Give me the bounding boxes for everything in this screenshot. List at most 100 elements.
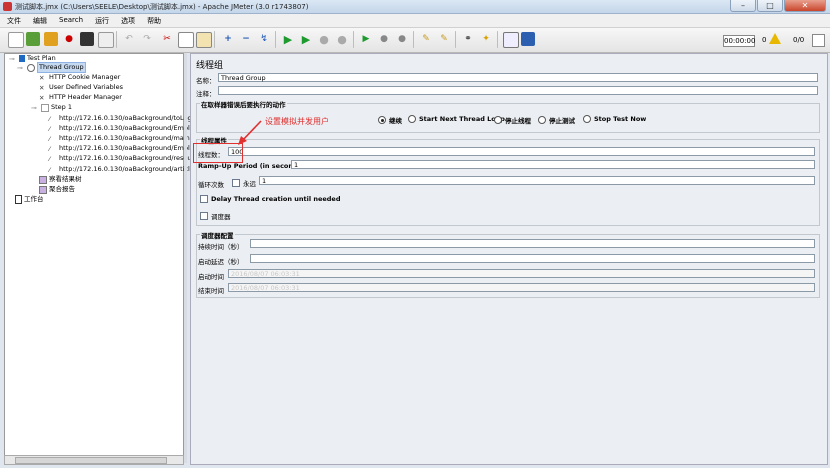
loop-count-field[interactable]: 1 [259,176,815,185]
tree-item-workbench[interactable]: 工作台 [15,195,44,204]
jmeter-app-icon [3,2,12,11]
listener-icon [39,185,47,194]
tree-toggle-icon[interactable]: ⊸ [9,55,17,63]
menu-edit[interactable]: 编辑 [26,14,52,27]
close-button[interactable]: ✕ [784,0,826,12]
menu-help[interactable]: 帮助 [140,14,166,27]
menu-search[interactable]: Search [52,14,88,27]
tree-item-request[interactable]: ⁄ http://172.16.0.130/oaBackground/Emplo… [49,124,198,133]
scrollbar-thumb[interactable] [15,457,167,464]
panel-title: 线程组 [196,61,224,71]
paste-icon[interactable] [196,32,212,48]
clear-all-icon[interactable]: ✎ [437,32,451,46]
tree-item-request[interactable]: ⁄ http://172.16.0.130/oaBackground/toLog… [49,114,198,123]
tree-item-step[interactable]: ⊸ Step 1 [31,103,72,112]
name-field[interactable]: Thread Group [218,73,818,82]
start-icon[interactable]: ▶ [281,32,295,46]
toggle-icon[interactable]: ↯ [257,32,271,46]
tree-toggle-icon[interactable]: ⊸ [17,64,25,72]
checkbox-box[interactable] [232,179,240,187]
checkbox-box[interactable] [200,212,208,220]
pane-splitter[interactable] [184,53,187,463]
tree-item-user-variables[interactable]: ✕ User Defined Variables [39,83,123,92]
error-count: 0 [762,36,767,44]
delay-thread-checkbox[interactable]: Delay Thread creation until needed [200,195,340,203]
reset-search-icon[interactable]: ✦ [479,32,493,46]
thread-status-icon [812,34,825,47]
forever-checkbox[interactable]: 永远 [232,178,256,188]
duration-field[interactable] [250,239,815,248]
minimize-button[interactable]: – [730,0,756,12]
radio-dot[interactable] [583,115,591,123]
threads-field[interactable]: 100 [228,147,815,156]
comment-field[interactable] [218,86,818,95]
save-as-icon[interactable] [98,32,114,48]
tree-item-header-manager[interactable]: ✕ HTTP Header Manager [39,93,122,102]
tree-item-request[interactable]: ⁄ http://172.16.0.130/oaBackground/artic… [49,165,196,174]
tree-item-request[interactable]: ⁄ http://172.16.0.130/oaBackground/main [49,134,190,143]
tree-horizontal-scrollbar[interactable] [4,455,184,465]
new-icon[interactable] [8,32,24,48]
tree-item-view-results[interactable]: 察看结果树 [39,175,82,184]
redo-icon[interactable]: ↷ [140,32,154,46]
copy-icon[interactable] [178,32,194,48]
radio-dot[interactable] [408,115,416,123]
templates-icon[interactable] [26,32,40,46]
annotation-arrow-icon [238,120,262,145]
remote-stop-icon[interactable]: ● [377,32,391,46]
save-icon[interactable] [80,32,94,46]
collapse-icon[interactable]: − [239,32,253,46]
clear-icon[interactable]: ✎ [419,32,433,46]
radio-stop-test[interactable]: 停止测试 [538,115,575,125]
wrench-icon: ✕ [39,73,45,82]
menu-run[interactable]: 运行 [88,14,114,27]
listener-icon [39,175,47,184]
pipette-icon: ⁄ [49,165,51,174]
startup-delay-field[interactable] [250,254,815,263]
maximize-button[interactable]: □ [757,0,783,12]
start-no-pause-icon[interactable]: ▶ [299,32,313,46]
controller-icon [41,103,49,112]
menu-file[interactable]: 文件 [0,14,26,27]
help-icon[interactable] [521,32,535,46]
tree-item-aggregate[interactable]: 聚合报告 [39,185,75,194]
radio-start-next-loop[interactable]: Start Next Thread Loop [408,115,505,123]
tree-item-thread-group[interactable]: ⊸ Thread Group [17,62,86,73]
undo-icon[interactable]: ↶ [122,32,136,46]
pipette-icon: ⁄ [49,124,51,133]
test-plan-icon [19,55,25,62]
tree-item-request[interactable]: ⁄ http://172.16.0.130/oaBackground/Emplo… [49,144,198,153]
stop-icon[interactable]: ● [317,32,331,46]
tree-item-cookie-manager[interactable]: ✕ HTTP Cookie Manager [39,73,120,82]
function-helper-icon[interactable] [503,32,519,48]
menu-bar: 文件 编辑 Search 运行 选项 帮助 [0,14,830,28]
shutdown-icon[interactable]: ● [335,32,349,46]
tree-item-request[interactable]: ⁄ http://172.16.0.130/oaBackground/resou… [49,154,194,163]
radio-stop-thread[interactable]: 停止线程 [494,115,531,125]
search-icon[interactable]: ⚭ [461,32,475,46]
highlight-box [193,143,243,163]
open-icon[interactable] [44,32,58,46]
radio-dot[interactable] [538,116,546,124]
pipette-icon: ⁄ [49,154,51,163]
start-time-label: 启动时间 [198,273,224,281]
radio-dot[interactable] [494,116,502,124]
expand-icon[interactable]: + [221,32,235,46]
menu-options[interactable]: 选项 [114,14,140,27]
cut-icon[interactable]: ✂ [160,32,174,46]
radio-dot[interactable] [378,116,386,124]
remote-start-icon[interactable]: ▶ [359,32,373,46]
scheduler-checkbox[interactable]: 调度器 [200,211,231,221]
tree-toggle-icon[interactable]: ⊸ [31,104,39,112]
rampup-field[interactable]: 1 [291,160,815,169]
elapsed-time: 00:00:00 [723,35,756,47]
warning-icon[interactable] [769,33,781,44]
checkbox-box[interactable] [200,195,208,203]
radio-stop-test-now[interactable]: Stop Test Now [583,115,646,123]
end-time-field[interactable]: 2016/08/07 06:03:31 [228,283,815,292]
start-time-field[interactable]: 2016/08/07 06:03:31 [228,269,815,278]
radio-continue[interactable]: 继续 [378,115,402,125]
startup-delay-label: 启动延迟（秒） [198,258,244,266]
close-file-icon[interactable]: ● [62,32,76,46]
remote-shutdown-icon[interactable]: ● [395,32,409,46]
